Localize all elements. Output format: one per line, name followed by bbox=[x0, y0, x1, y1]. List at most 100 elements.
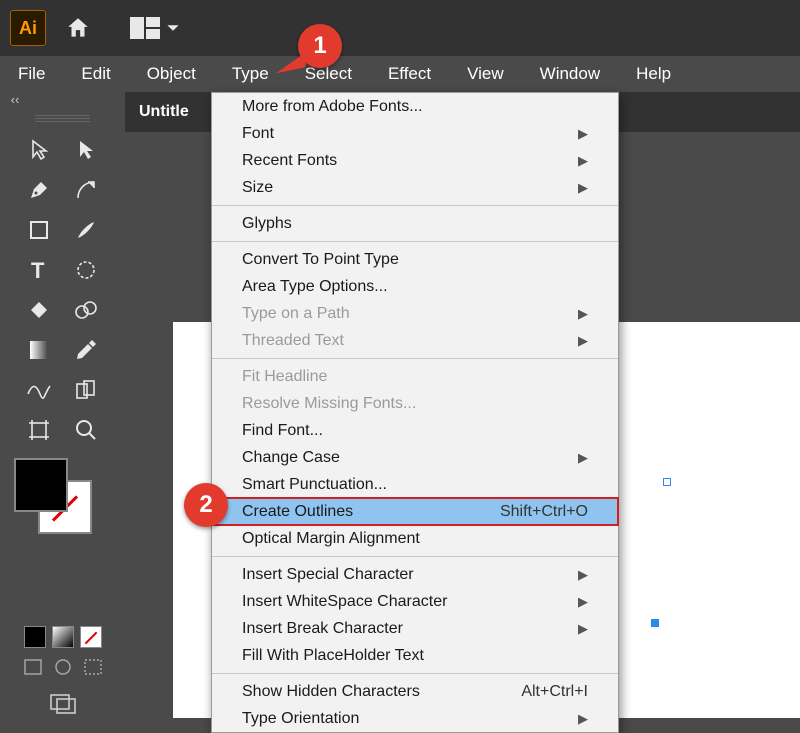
submenu-arrow-icon: ▶ bbox=[578, 621, 588, 637]
tool-paintbrush[interactable] bbox=[63, 210, 110, 250]
tool-artboard[interactable] bbox=[16, 410, 63, 450]
annotation-badge-1: 1 bbox=[298, 24, 342, 68]
menu-item-insert-special-character[interactable]: Insert Special Character ▶ bbox=[212, 561, 618, 588]
fill-stroke-swatches[interactable] bbox=[0, 458, 125, 540]
menu-object[interactable]: Object bbox=[129, 58, 214, 90]
menu-item-shortcut: Alt+Ctrl+I bbox=[521, 683, 588, 701]
selection-handle[interactable] bbox=[663, 478, 671, 486]
menu-item-show-hidden-characters[interactable]: Show Hidden Characters Alt+Ctrl+I bbox=[212, 678, 618, 705]
submenu-arrow-icon: ▶ bbox=[578, 180, 588, 196]
menu-item-label: Fill With PlaceHolder Text bbox=[242, 647, 424, 665]
menu-separator bbox=[212, 673, 618, 674]
menu-item-more-from-adobe-fonts[interactable]: More from Adobe Fonts... bbox=[212, 93, 618, 120]
menu-item-create-outlines[interactable]: Create Outlines Shift+Ctrl+O bbox=[212, 498, 618, 525]
panel-grip-icon[interactable] bbox=[35, 114, 90, 122]
workspace-layout-switch[interactable] bbox=[130, 17, 180, 39]
menu-item-label: Threaded Text bbox=[242, 332, 344, 350]
app-topbar: Ai bbox=[0, 0, 800, 56]
submenu-arrow-icon: ▶ bbox=[578, 711, 588, 727]
menu-item-label: Optical Margin Alignment bbox=[242, 530, 420, 548]
menu-item-insert-break-character[interactable]: Insert Break Character ▶ bbox=[212, 615, 618, 642]
submenu-arrow-icon: ▶ bbox=[578, 333, 588, 349]
illustrator-logo: Ai bbox=[10, 10, 46, 46]
svg-text:T: T bbox=[31, 258, 45, 282]
submenu-arrow-icon: ▶ bbox=[578, 306, 588, 322]
menu-item-label: Recent Fonts bbox=[242, 152, 337, 170]
menu-item-find-font[interactable]: Find Font... bbox=[212, 417, 618, 444]
menu-item-font[interactable]: Font ▶ bbox=[212, 120, 618, 147]
menu-edit[interactable]: Edit bbox=[63, 58, 128, 90]
tool-direct-selection[interactable] bbox=[63, 130, 110, 170]
tool-symbol-sprayer[interactable] bbox=[63, 370, 110, 410]
color-mode-solid[interactable] bbox=[24, 626, 46, 648]
menu-item-convert-to-point-type[interactable]: Convert To Point Type bbox=[212, 246, 618, 273]
menu-separator bbox=[212, 205, 618, 206]
menu-item-label: Show Hidden Characters bbox=[242, 683, 420, 701]
screen-mode-button[interactable] bbox=[45, 690, 81, 718]
menu-window[interactable]: Window bbox=[522, 58, 618, 90]
menu-item-optical-margin-alignment[interactable]: Optical Margin Alignment bbox=[212, 525, 618, 552]
menu-item-label: Create Outlines bbox=[242, 503, 353, 521]
selection-anchor[interactable] bbox=[651, 619, 659, 627]
menu-item-shortcut: Shift+Ctrl+O bbox=[500, 503, 588, 521]
home-icon[interactable] bbox=[64, 15, 92, 41]
menu-item-threaded-text: Threaded Text ▶ bbox=[212, 327, 618, 354]
menu-view[interactable]: View bbox=[449, 58, 522, 90]
menubar: File Edit Object Type Select Effect View… bbox=[0, 56, 800, 92]
menu-item-label: Smart Punctuation... bbox=[242, 476, 387, 494]
menu-item-size[interactable]: Size▶ bbox=[212, 174, 618, 201]
fill-swatch[interactable] bbox=[14, 458, 68, 512]
menu-item-recent-fonts[interactable]: Recent Fonts ▶ bbox=[212, 147, 618, 174]
tool-pen[interactable] bbox=[16, 170, 63, 210]
menu-item-label: Insert Special Character bbox=[242, 566, 414, 584]
menu-item-change-case[interactable]: Change Case ▶ bbox=[212, 444, 618, 471]
menu-item-label: Insert Break Character bbox=[242, 620, 403, 638]
menu-file[interactable]: File bbox=[8, 58, 63, 90]
menu-item-label: Resolve Missing Fonts... bbox=[242, 395, 416, 413]
tool-eyedropper[interactable] bbox=[63, 330, 110, 370]
menu-item-glyphs[interactable]: Glyphs bbox=[212, 210, 618, 237]
tool-shape-builder[interactable] bbox=[16, 290, 63, 330]
menu-effect[interactable]: Effect bbox=[370, 58, 449, 90]
menu-item-type-orientation[interactable]: Type Orientation ▶ bbox=[212, 705, 618, 732]
tool-gradient[interactable] bbox=[16, 330, 63, 370]
menu-item-insert-whitespace-character[interactable]: Insert WhiteSpace Character▶ bbox=[212, 588, 618, 615]
type-menu-dropdown: More from Adobe Fonts...Font▶Recent Font… bbox=[211, 92, 619, 733]
tools-panel: ‹‹ T bbox=[0, 92, 125, 718]
tool-zoom[interactable] bbox=[63, 410, 110, 450]
tool-curvature[interactable] bbox=[63, 170, 110, 210]
menu-item-label: Change Case bbox=[242, 449, 340, 467]
color-mode-none[interactable] bbox=[80, 626, 102, 648]
menu-item-label: Find Font... bbox=[242, 422, 323, 440]
tool-rectangle[interactable] bbox=[16, 210, 63, 250]
menu-item-label: Type Orientation bbox=[242, 710, 359, 728]
submenu-arrow-icon: ▶ bbox=[578, 567, 588, 583]
draw-inside-icon[interactable] bbox=[83, 658, 103, 676]
tool-live-paint[interactable] bbox=[63, 290, 110, 330]
menu-type[interactable]: Type bbox=[214, 58, 287, 90]
draw-behind-icon[interactable] bbox=[53, 658, 73, 676]
menu-help[interactable]: Help bbox=[618, 58, 689, 90]
document-tab-title[interactable]: Untitle bbox=[139, 103, 189, 121]
menu-item-fill-with-placeholder-text[interactable]: Fill With PlaceHolder Text bbox=[212, 642, 618, 669]
menu-item-label: Area Type Options... bbox=[242, 278, 388, 296]
submenu-arrow-icon: ▶ bbox=[578, 450, 588, 466]
submenu-arrow-icon: ▶ bbox=[578, 153, 588, 169]
menu-item-smart-punctuation[interactable]: Smart Punctuation... bbox=[212, 471, 618, 498]
tool-selection[interactable] bbox=[16, 130, 63, 170]
submenu-arrow-icon: ▶ bbox=[578, 126, 588, 142]
color-mode-gradient[interactable] bbox=[52, 626, 74, 648]
tool-blend[interactable] bbox=[16, 370, 63, 410]
menu-item-label: Type on a Path bbox=[242, 305, 350, 323]
tool-rotate[interactable] bbox=[63, 250, 110, 290]
menu-item-label: Font bbox=[242, 125, 274, 143]
menu-item-label: Glyphs bbox=[242, 215, 292, 233]
menu-item-area-type-options[interactable]: Area Type Options... bbox=[212, 273, 618, 300]
annotation-badge-2: 2 bbox=[184, 483, 228, 527]
tool-type[interactable]: T bbox=[16, 250, 63, 290]
draw-normal-icon[interactable] bbox=[23, 658, 43, 676]
menu-item-label: More from Adobe Fonts... bbox=[242, 98, 423, 116]
menu-item-resolve-missing-fonts: Resolve Missing Fonts... bbox=[212, 390, 618, 417]
menu-item-label: Convert To Point Type bbox=[242, 251, 399, 269]
panel-collapse-chevrons-icon[interactable]: ‹‹ bbox=[0, 92, 30, 112]
